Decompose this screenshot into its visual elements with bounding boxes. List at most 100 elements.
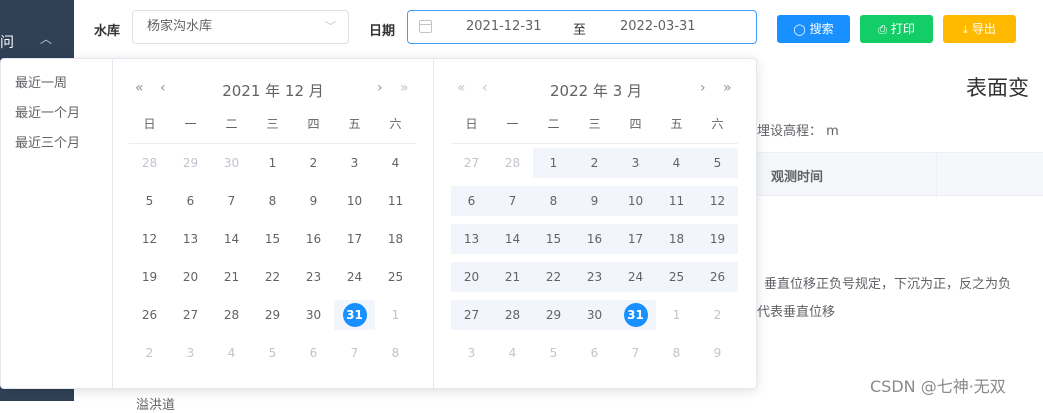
- shortcut-last-three-months[interactable]: 最近三个月: [15, 132, 80, 151]
- calendar-day[interactable]: 26: [697, 262, 738, 292]
- calendar-day[interactable]: 11: [656, 186, 697, 216]
- calendar-day[interactable]: 6: [170, 186, 211, 216]
- calendar-day[interactable]: 1: [656, 300, 697, 330]
- calendar-day[interactable]: 20: [170, 262, 211, 292]
- calendar-day[interactable]: 6: [451, 186, 492, 216]
- calendar-day[interactable]: 4: [656, 148, 697, 178]
- calendar-day[interactable]: 31: [615, 300, 656, 330]
- calendar-day[interactable]: 3: [451, 338, 492, 368]
- calendar-day[interactable]: 31: [334, 300, 375, 330]
- calendar-day[interactable]: 13: [451, 224, 492, 254]
- calendar-day[interactable]: 15: [252, 224, 293, 254]
- calendar-day[interactable]: 10: [334, 186, 375, 216]
- search-button[interactable]: ◯ 搜索: [777, 15, 850, 43]
- calendar-day[interactable]: 18: [375, 224, 416, 254]
- calendar-day[interactable]: 10: [615, 186, 656, 216]
- print-button[interactable]: ⎙ 打印: [860, 15, 933, 43]
- calendar-day[interactable]: 7: [615, 338, 656, 368]
- export-button[interactable]: ⤓ 导出: [943, 15, 1016, 43]
- calendar-day[interactable]: 15: [533, 224, 574, 254]
- calendar-day[interactable]: 2: [129, 338, 170, 368]
- calendar-day[interactable]: 29: [170, 148, 211, 178]
- chevron-up-icon[interactable]: ︿: [40, 30, 52, 47]
- calendar-day[interactable]: 19: [129, 262, 170, 292]
- calendar-day[interactable]: 25: [656, 262, 697, 292]
- calendar-day[interactable]: 20: [451, 262, 492, 292]
- calendar-day[interactable]: 7: [492, 186, 533, 216]
- calendar-day[interactable]: 12: [129, 224, 170, 254]
- calendar-day[interactable]: 9: [697, 338, 738, 368]
- calendar-day[interactable]: 11: [375, 186, 416, 216]
- calendar-day[interactable]: 14: [492, 224, 533, 254]
- calendar-day[interactable]: 21: [211, 262, 252, 292]
- calendar-day[interactable]: 4: [492, 338, 533, 368]
- calendar-day[interactable]: 30: [574, 300, 615, 330]
- next-month-icon[interactable]: ›: [700, 80, 706, 96]
- calendar-day[interactable]: 5: [252, 338, 293, 368]
- calendar-day[interactable]: 3: [334, 148, 375, 178]
- calendar-day[interactable]: 29: [252, 300, 293, 330]
- calendar-day[interactable]: 16: [574, 224, 615, 254]
- calendar-day[interactable]: 9: [574, 186, 615, 216]
- calendar-day[interactable]: 14: [211, 224, 252, 254]
- calendar-day[interactable]: 4: [375, 148, 416, 178]
- calendar-day[interactable]: 17: [334, 224, 375, 254]
- calendar-day[interactable]: 27: [170, 300, 211, 330]
- calendar-day[interactable]: 28: [492, 148, 533, 178]
- shortcut-last-month[interactable]: 最近一个月: [15, 102, 80, 121]
- calendar-day[interactable]: 3: [615, 148, 656, 178]
- next-year-icon[interactable]: »: [723, 80, 732, 96]
- calendar-day[interactable]: 27: [451, 148, 492, 178]
- calendar-day[interactable]: 17: [615, 224, 656, 254]
- calendar-day[interactable]: 24: [334, 262, 375, 292]
- calendar-day[interactable]: 13: [170, 224, 211, 254]
- calendar-day[interactable]: 23: [293, 262, 334, 292]
- calendar-day[interactable]: 30: [211, 148, 252, 178]
- calendar-day[interactable]: 1: [252, 148, 293, 178]
- calendar-day[interactable]: 1: [533, 148, 574, 178]
- calendar-day[interactable]: 9: [293, 186, 334, 216]
- calendar-day[interactable]: 12: [697, 186, 738, 216]
- calendar-day[interactable]: 8: [533, 186, 574, 216]
- calendar-day[interactable]: 2: [293, 148, 334, 178]
- calendar-day[interactable]: 22: [252, 262, 293, 292]
- calendar-day[interactable]: 28: [492, 300, 533, 330]
- calendar-day[interactable]: 8: [252, 186, 293, 216]
- calendar-day[interactable]: 5: [129, 186, 170, 216]
- calendar-day[interactable]: 2: [697, 300, 738, 330]
- next-year-icon[interactable]: »: [400, 80, 409, 96]
- calendar-day[interactable]: 18: [656, 224, 697, 254]
- calendar-day[interactable]: 3: [170, 338, 211, 368]
- calendar-day[interactable]: 2: [574, 148, 615, 178]
- calendar-day[interactable]: 8: [656, 338, 697, 368]
- calendar-day[interactable]: 24: [615, 262, 656, 292]
- calendar-day[interactable]: 7: [211, 186, 252, 216]
- calendar-day[interactable]: 21: [492, 262, 533, 292]
- date-range-input[interactable]: 2021-12-31 至 2022-03-31: [407, 10, 757, 44]
- calendar-day[interactable]: 5: [533, 338, 574, 368]
- shortcut-last-week[interactable]: 最近一周: [15, 72, 67, 91]
- range-end-input[interactable]: 2022-03-31: [620, 19, 696, 34]
- calendar-day[interactable]: 30: [293, 300, 334, 330]
- calendar-day[interactable]: 25: [375, 262, 416, 292]
- sidebar-item-label[interactable]: 问: [0, 32, 14, 52]
- range-start-input[interactable]: 2021-12-31: [466, 19, 542, 34]
- next-month-icon[interactable]: ›: [377, 80, 383, 96]
- calendar-day[interactable]: 1: [375, 300, 416, 330]
- calendar-day[interactable]: 8: [375, 338, 416, 368]
- calendar-day[interactable]: 28: [129, 148, 170, 178]
- calendar-day[interactable]: 29: [533, 300, 574, 330]
- calendar-day[interactable]: 5: [697, 148, 738, 178]
- calendar-day[interactable]: 4: [211, 338, 252, 368]
- calendar-day[interactable]: 28: [211, 300, 252, 330]
- calendar-day[interactable]: 27: [451, 300, 492, 330]
- calendar-day[interactable]: 6: [574, 338, 615, 368]
- calendar-day[interactable]: 6: [293, 338, 334, 368]
- calendar-day[interactable]: 22: [533, 262, 574, 292]
- reservoir-select[interactable]: 杨家沟水库 ﹀: [132, 10, 349, 44]
- calendar-day[interactable]: 16: [293, 224, 334, 254]
- calendar-day[interactable]: 7: [334, 338, 375, 368]
- calendar-day[interactable]: 26: [129, 300, 170, 330]
- calendar-day[interactable]: 23: [574, 262, 615, 292]
- calendar-day[interactable]: 19: [697, 224, 738, 254]
